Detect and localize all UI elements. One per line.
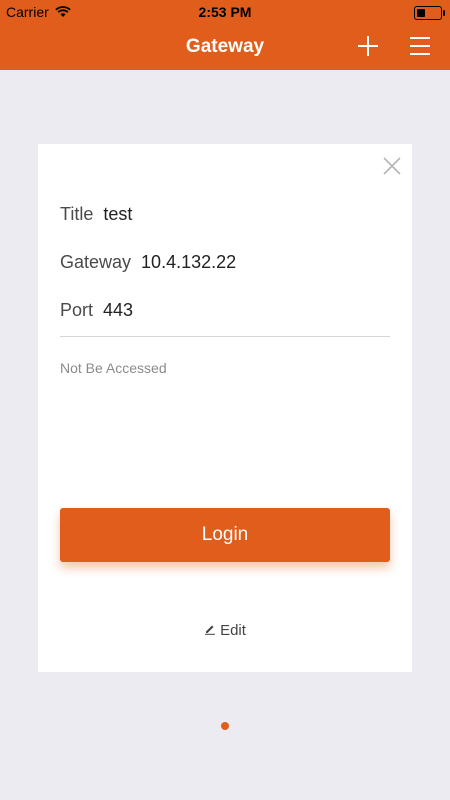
status-time: 2:53 PM [198, 4, 252, 20]
gateway-card: Title test Gateway 10.4.132.22 Port 443 … [38, 144, 412, 672]
title-label: Title [60, 204, 94, 224]
port-value: 443 [103, 300, 134, 320]
gateway-label: Gateway [60, 252, 132, 272]
battery-icon [414, 6, 445, 20]
divider [60, 336, 390, 337]
screen: Carrier 2:53 PM Gateway Title test Gatew… [0, 0, 450, 800]
close-icon[interactable] [382, 156, 402, 176]
top-bar: Carrier 2:53 PM Gateway [0, 0, 450, 70]
port-label: Port [60, 300, 94, 320]
hamburger-menu-icon[interactable] [408, 35, 432, 57]
edit-link[interactable]: Edit [38, 622, 412, 639]
connection-status: Not Be Accessed [60, 360, 167, 376]
gateway-row: Gateway 10.4.132.22 [60, 252, 236, 273]
gateway-value: 10.4.132.22 [141, 252, 237, 272]
title-row: Title test [60, 204, 132, 225]
edit-label: Edit [220, 622, 246, 639]
battery-fill [417, 9, 425, 17]
login-button[interactable]: Login [60, 508, 390, 562]
plus-icon[interactable] [356, 34, 380, 58]
page-indicator-dot [221, 722, 229, 730]
port-row: Port 443 [60, 300, 133, 321]
title-value: test [103, 204, 133, 224]
status-bar: Carrier 2:53 PM [0, 0, 450, 24]
pencil-icon [204, 622, 216, 639]
page-title: Gateway [185, 36, 265, 57]
